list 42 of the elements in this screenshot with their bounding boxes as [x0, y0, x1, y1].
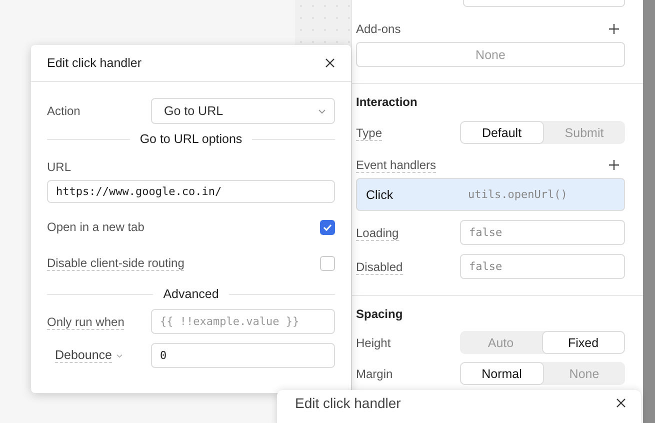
event-handler-row[interactable]: Click utils.openUrl()	[356, 178, 625, 211]
field-label: Height	[356, 336, 392, 350]
input-field[interactable]: false	[460, 254, 625, 279]
field-label: Type	[356, 126, 384, 140]
checkbox[interactable]	[320, 256, 335, 270]
segment-option[interactable]: Fixed	[542, 331, 625, 354]
chevron-down-icon	[318, 108, 326, 114]
field-label: URL	[47, 160, 72, 174]
field-label: Event handlers	[356, 158, 436, 172]
condition-input[interactable]: {{ !!example.value }}	[151, 309, 335, 334]
option-label: Disable client-side routing	[47, 256, 184, 270]
section-heading: Go to URL options	[140, 132, 242, 146]
option-label: Open in a new tab	[47, 220, 144, 234]
field-label: Disabled	[356, 260, 404, 274]
checkbox[interactable]	[320, 220, 335, 234]
field-label: Action	[47, 104, 82, 118]
checkmark-icon	[323, 224, 332, 230]
text-field[interactable]	[463, 0, 625, 7]
section-heading: Advanced	[163, 287, 219, 301]
close-icon[interactable]	[325, 58, 335, 68]
input-field[interactable]: false	[460, 220, 625, 245]
add-icon[interactable]	[609, 24, 619, 34]
close-icon[interactable]	[616, 398, 626, 408]
event-name: Click	[366, 188, 394, 202]
debounce-dropdown[interactable]: Debounce	[55, 348, 151, 363]
field-label: Add-ons	[356, 22, 401, 36]
segment-option[interactable]: Normal	[460, 362, 544, 385]
dialog-title: Edit click handler	[47, 56, 142, 70]
chevron-down-icon	[116, 354, 123, 358]
field-label: Only run when	[47, 314, 126, 328]
segment-option[interactable]: Default	[460, 121, 544, 144]
scrollbar[interactable]	[643, 0, 655, 423]
action-select[interactable]: Go to URL	[151, 98, 335, 124]
dialog-title: Edit click handler	[295, 395, 401, 411]
field-label: Margin	[356, 366, 394, 380]
add-icon[interactable]	[609, 160, 619, 170]
field-label: Loading	[356, 226, 400, 240]
debounce-input[interactable]: 0	[151, 343, 335, 368]
handler-action: utils.openUrl()	[468, 188, 568, 201]
section-title: Spacing	[356, 306, 404, 321]
url-input[interactable]: https://www.google.co.in/	[47, 180, 335, 203]
section-title: Interaction	[356, 94, 418, 109]
